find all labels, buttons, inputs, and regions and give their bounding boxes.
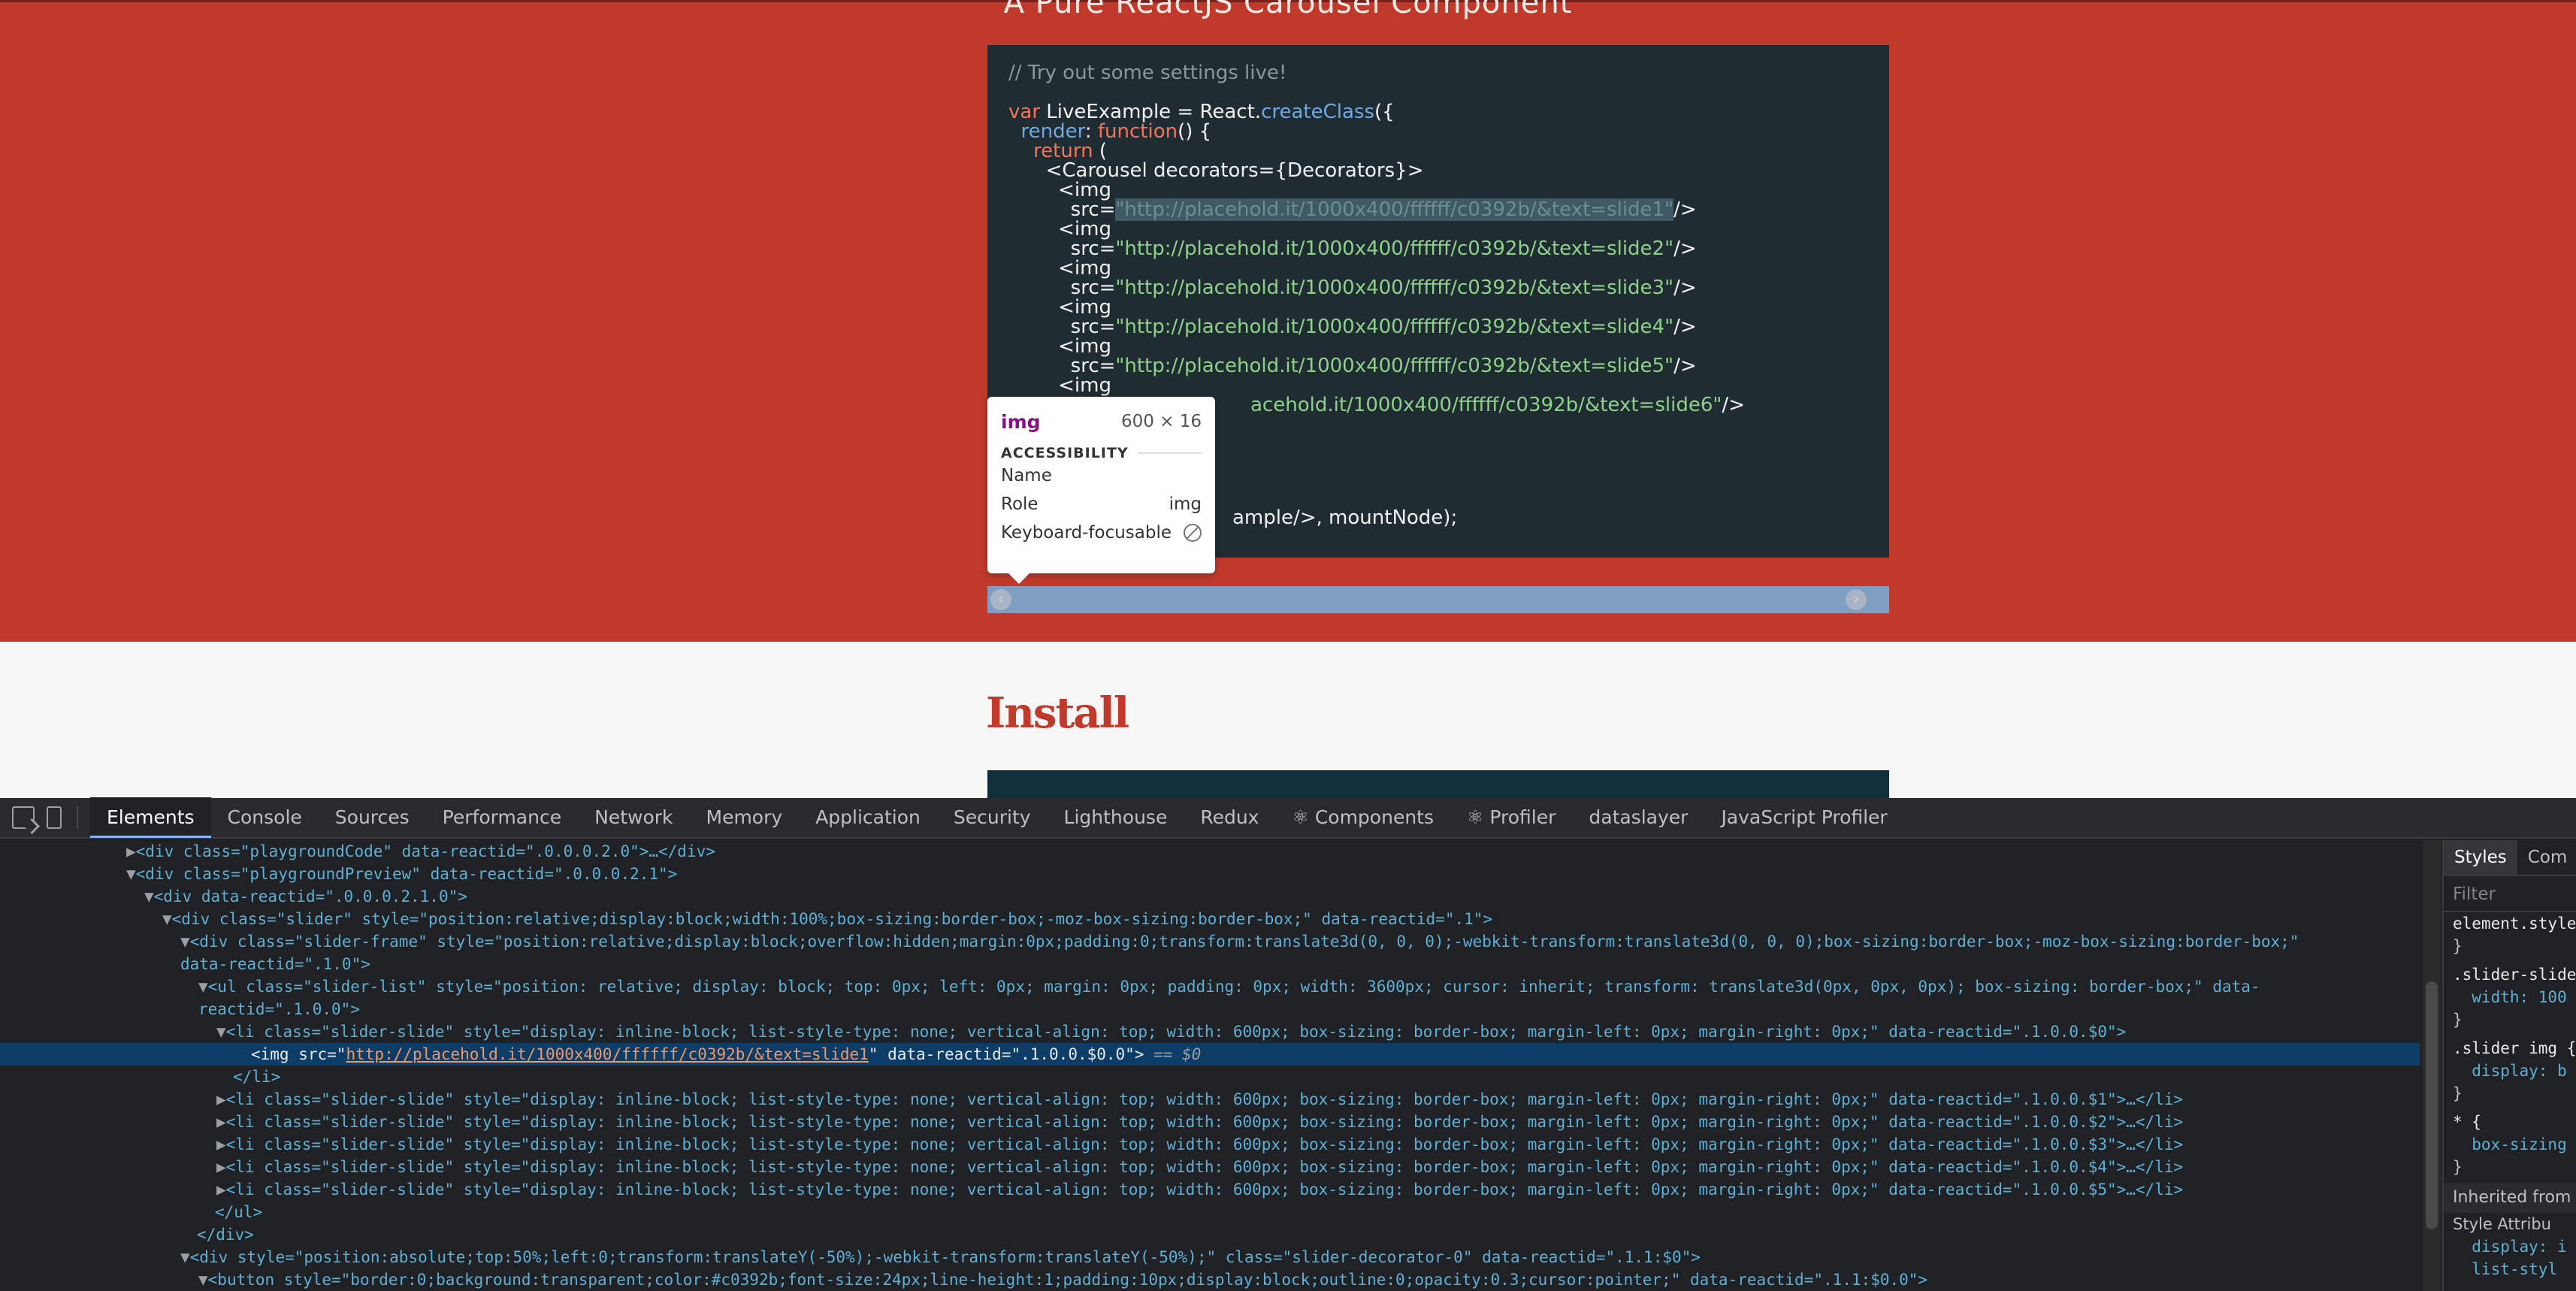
dom-node[interactable]: ▼<button style="border:0;background:tran… <box>0 1268 2420 1291</box>
inherited-header: Inherited from <box>2444 1183 2576 1213</box>
code-line: <img <box>1058 257 1111 280</box>
page-viewport: A Pure ReactJS Carousel Component // Try… <box>0 0 2576 798</box>
tab-lighthouse[interactable]: Lighthouse <box>1048 797 1184 838</box>
dom-tree[interactable]: ▶<div class="playgroundCode" data-reacti… <box>0 840 2420 1291</box>
styles-tabs: Styles Com <box>2444 840 2576 876</box>
devtools-tabbar: Elements Console Sources Performance Net… <box>0 797 2576 839</box>
tab-console[interactable]: Console <box>211 797 319 838</box>
install-heading: Install <box>986 688 1129 738</box>
dom-node[interactable]: ▼<div class="slider-frame" style="positi… <box>0 930 2420 953</box>
code-line: <img <box>1058 335 1111 358</box>
dom-node[interactable]: ▼<div style="position:absolute;top:50%;l… <box>0 1246 2420 1268</box>
dom-node[interactable]: ▼<div class="playgroundPreview" data-rea… <box>0 863 2420 885</box>
code-line: src="http://placehold.it/1000x400/ffffff… <box>1070 277 1697 299</box>
tabbar-divider <box>77 806 78 829</box>
tab-memory[interactable]: Memory <box>690 797 800 838</box>
tooltip-size: 600 × 16 <box>1120 412 1202 431</box>
hero-title: A Pure ReactJS Carousel Component <box>1003 0 1573 20</box>
rule-selector: element.style <box>2453 915 2576 933</box>
tab-network[interactable]: Network <box>578 797 689 838</box>
rule-property[interactable]: list-styl <box>2444 1258 2576 1280</box>
code-line: // Try out some settings live! <box>1008 62 1287 84</box>
selected-src: "http://placehold.it/1000x400/ffffff/c03… <box>1115 198 1674 221</box>
dom-node[interactable]: ▶<div class="playgroundCode" data-reacti… <box>0 840 2420 863</box>
code-line: src="http://placehold.it/1000x400/ffffff… <box>1070 316 1697 338</box>
tab-profiler[interactable]: ⚛ Profiler <box>1450 797 1572 838</box>
tooltip-tag: img <box>1001 410 1041 433</box>
dom-node[interactable]: ▼<div data-reactid=".0.0.0.2.1.0"> <box>0 885 2420 908</box>
scrollbar-thumb[interactable] <box>2426 981 2438 1229</box>
rule-selector: .slider img { <box>2453 1039 2576 1057</box>
tooltip-section: ACCESSIBILITY <box>1001 445 1202 461</box>
dom-node[interactable]: ▶<li class="slider-slide" style="display… <box>0 1088 2420 1111</box>
dom-node[interactable]: ▼<li class="slider-slide" style="display… <box>0 1020 2420 1043</box>
prev-arrow-icon[interactable]: ‹ <box>990 589 1011 610</box>
rule-property[interactable]: display: i <box>2444 1235 2576 1258</box>
tab-security[interactable]: Security <box>937 797 1048 838</box>
code-line: src="http://placehold.it/1000x400/ffffff… <box>1070 355 1697 377</box>
dom-node[interactable]: ▶<li class="slider-slide" style="display… <box>0 1111 2420 1133</box>
dom-node[interactable]: </ul> <box>0 1201 2420 1223</box>
tooltip-role-value: img <box>1169 494 1202 514</box>
dom-node[interactable]: ▶<li class="slider-slide" style="display… <box>0 1133 2420 1156</box>
not-allowed-icon <box>1184 524 1202 542</box>
install-code-block <box>987 770 1889 798</box>
tab-computed[interactable]: Com <box>2517 848 2576 867</box>
tooltip-name-label: Name <box>1001 466 1052 485</box>
rule-brace: } <box>2453 1011 2463 1029</box>
tooltip-role-label: Role <box>1001 494 1039 514</box>
dom-node[interactable]: </div> <box>0 1223 2420 1246</box>
rule-brace: } <box>2453 937 2463 955</box>
dom-scrollbar[interactable] <box>2423 840 2441 1291</box>
dom-node-wrap: reactid=".1.0.0"> <box>198 1000 360 1018</box>
hero-section: A Pure ReactJS Carousel Component // Try… <box>0 0 2576 642</box>
inspect-element-icon[interactable] <box>12 806 35 829</box>
code-line: src="http://placehold.it/1000x400/ffffff… <box>1070 198 1697 221</box>
code-line: var LiveExample = React.createClass({ <box>1008 101 1395 123</box>
tab-styles[interactable]: Styles <box>2444 840 2517 875</box>
next-arrow-icon[interactable]: › <box>1846 589 1867 610</box>
rule-selector: Style Attribu <box>2453 1215 2551 1233</box>
dom-node[interactable]: ▼<div class="slider" style="position:rel… <box>0 908 2420 930</box>
code-line: <img <box>1058 218 1111 240</box>
devtools-panel: Elements Console Sources Performance Net… <box>0 797 2576 1291</box>
rule-selector: * { <box>2453 1113 2481 1131</box>
dom-node[interactable]: ▼<ul class="slider-list" style="position… <box>0 975 2420 998</box>
code-line: <img <box>1058 179 1111 201</box>
tooltip-focus-label: Keyboard-focusable <box>1001 523 1172 543</box>
device-toolbar-icon[interactable] <box>47 806 62 829</box>
inspected-element-highlight <box>987 586 1889 613</box>
tab-components[interactable]: ⚛ Components <box>1275 797 1450 838</box>
carousel-slider[interactable]: ‹ › <box>987 586 1889 613</box>
rule-selector: .slider-slide <box>2453 966 2576 984</box>
dom-node-wrap: data-reactid=".1.0"> <box>180 955 370 973</box>
rule-property[interactable]: width: 100 <box>2444 986 2576 1008</box>
dom-node[interactable]: </li> <box>0 1066 2420 1088</box>
inspect-tooltip: img 600 × 16 ACCESSIBILITY Name Role img K… <box>987 397 1215 584</box>
rule-property[interactable]: display: b <box>2444 1060 2576 1082</box>
dom-node[interactable]: ▶<li class="slider-slide" style="display… <box>0 1178 2420 1201</box>
code-line: return ( <box>1033 140 1107 162</box>
code-line: <img <box>1058 374 1111 397</box>
tab-performance[interactable]: Performance <box>426 797 578 838</box>
tab-javascript-profiler[interactable]: JavaScript Profiler <box>1704 797 1903 838</box>
rule-brace: } <box>2453 1084 2463 1102</box>
code-line: <img <box>1058 296 1111 319</box>
tab-elements[interactable]: Elements <box>90 797 211 838</box>
dom-node[interactable]: ▶<li class="slider-slide" style="display… <box>0 1156 2420 1178</box>
rule-brace: } <box>2453 1158 2463 1176</box>
rule-property[interactable]: box-sizing <box>2444 1133 2576 1156</box>
dom-node-selected[interactable]: <img src="http://placehold.it/1000x400/f… <box>0 1043 2420 1066</box>
styles-filter-input[interactable]: Filter <box>2444 876 2576 912</box>
code-line: src="http://placehold.it/1000x400/ffffff… <box>1070 237 1697 260</box>
tab-redux[interactable]: Redux <box>1184 797 1275 838</box>
styles-pane: Styles Com Filter element.style } .slide… <box>2442 840 2576 1291</box>
tab-sources[interactable]: Sources <box>319 797 426 838</box>
code-line: <Carousel decorators={Decorators}> <box>1045 159 1424 182</box>
code-line: render: function() { <box>1020 120 1212 143</box>
tab-application[interactable]: Application <box>799 797 937 838</box>
code-line: ample/>, mountNode); <box>1232 506 1458 529</box>
tab-dataslayer[interactable]: dataslayer <box>1572 797 1704 838</box>
